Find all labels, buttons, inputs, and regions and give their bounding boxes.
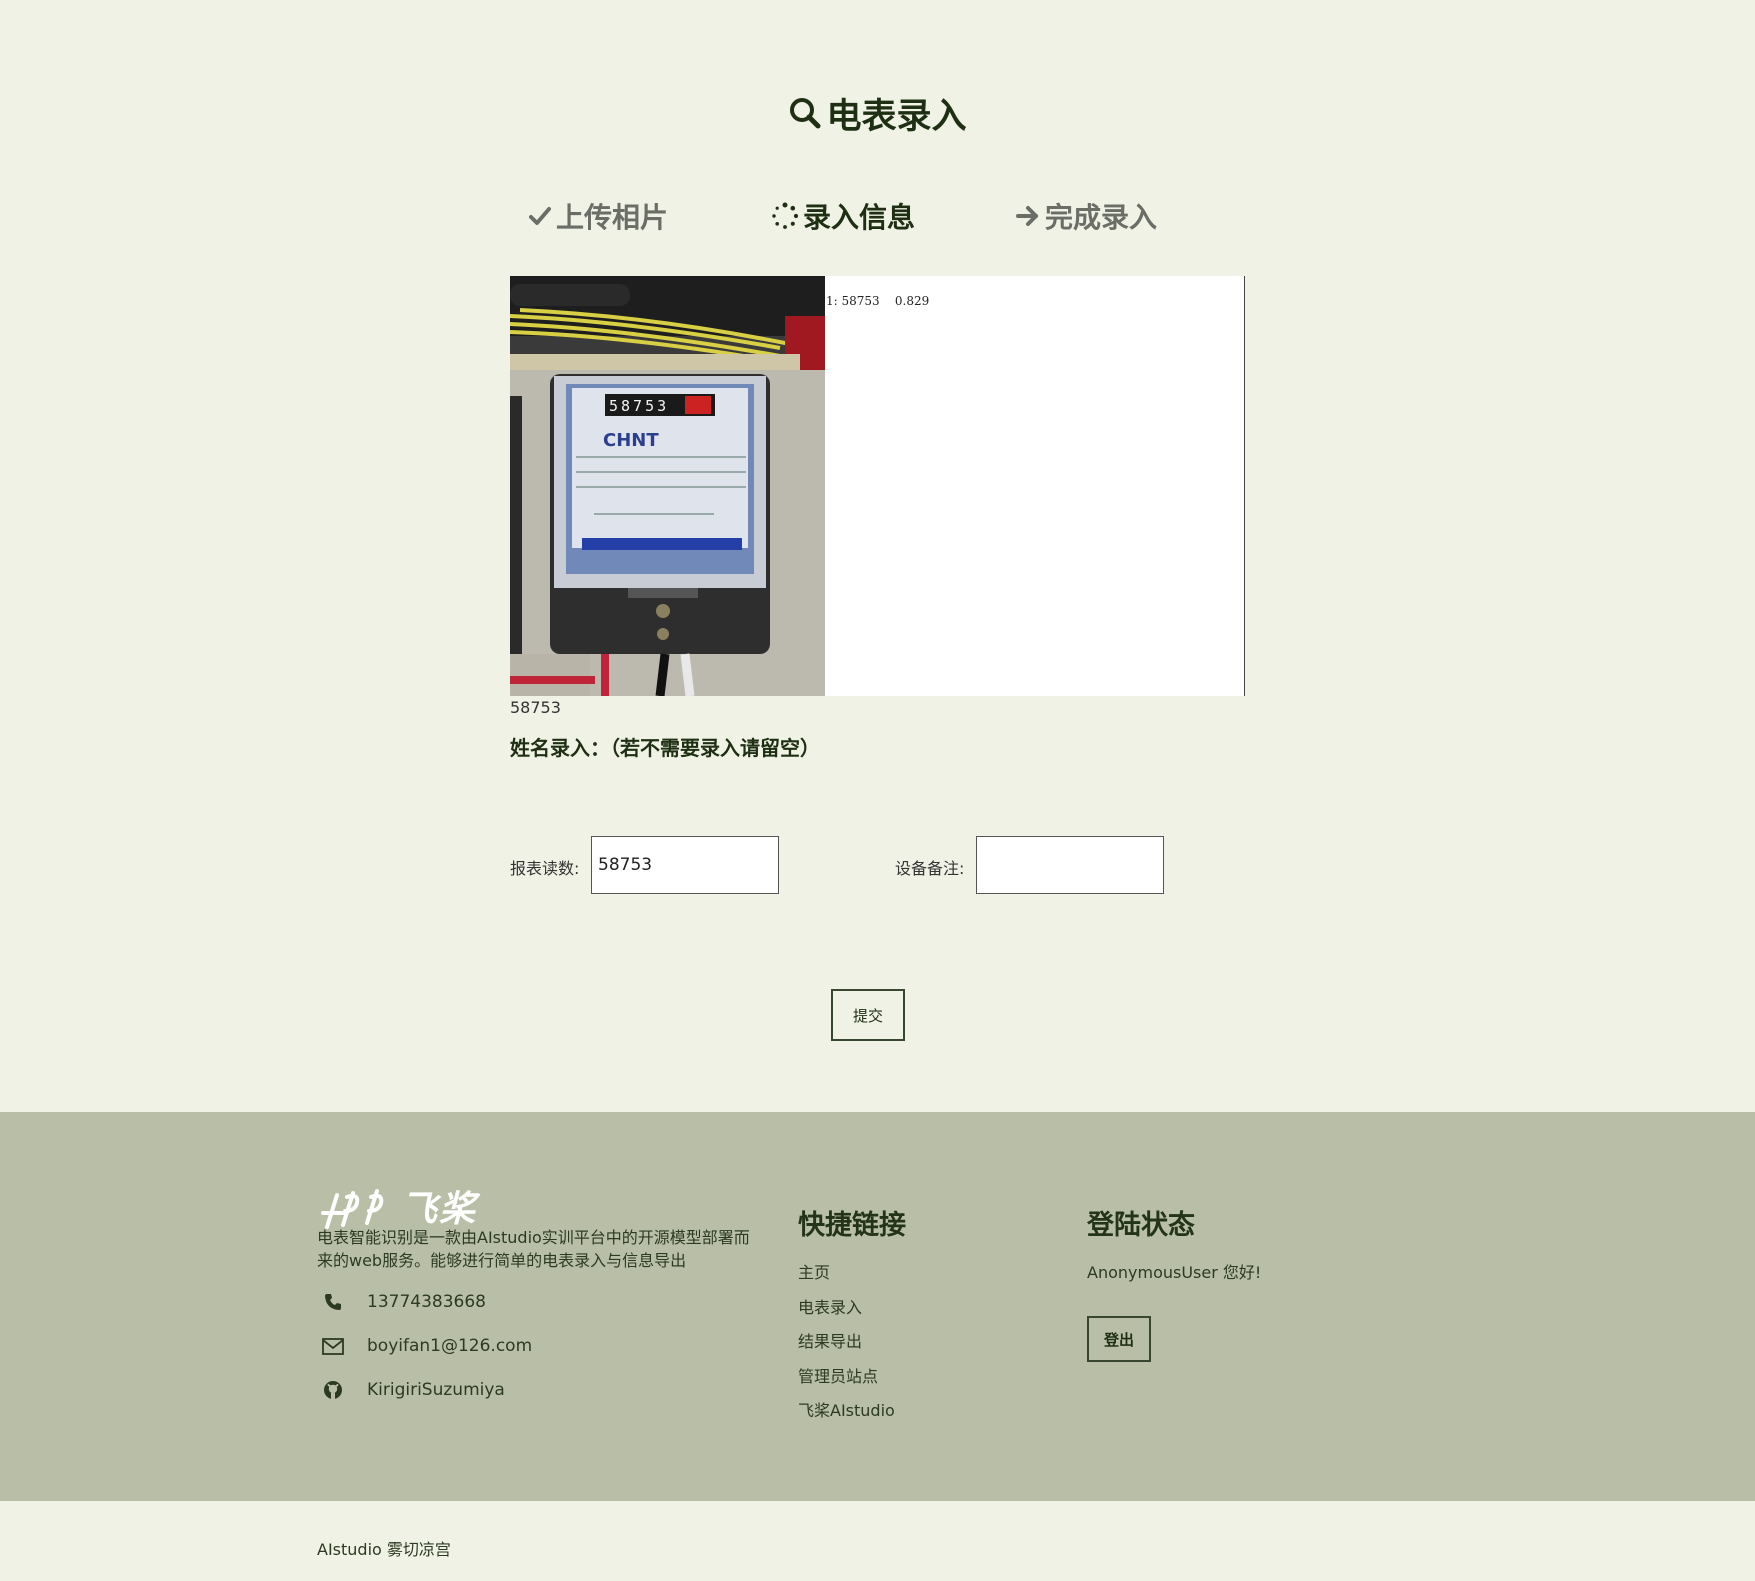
step-upload-photo: 上传相片 [528,194,668,238]
meter-display-digits: 58753 [609,397,669,415]
spinner-icon [772,202,799,229]
ocr-result-line: 1: 58753 0.829 [826,294,930,308]
arrow-right-icon [1016,206,1038,226]
page-title: 电表录入 [0,88,1755,138]
check-icon [529,207,551,225]
quick-links-title: 快捷链接 [798,1210,906,1241]
paddle-logo-mark [321,1189,384,1229]
paddle-logo: 飞桨 [317,1180,477,1232]
github-icon [324,1381,342,1399]
contact-github: KirigiriSuzumiya [321,1380,505,1400]
link-admin-site[interactable]: 管理员站点 [798,1363,878,1387]
contact-email: boyifan1@126.com [321,1336,532,1356]
recognized-reading: 58753 [510,698,561,717]
contact-phone: 13774383668 [321,1292,486,1312]
page-title-text: 电表录入 [826,96,967,137]
note-input[interactable] [976,836,1164,894]
link-aistudio[interactable]: 飞桨AIstudio [798,1397,895,1421]
email-link[interactable]: boyifan1@126.com [367,1336,532,1356]
step-label: 上传相片 [556,201,669,234]
login-status-text: AnonymousUser 您好! [1087,1263,1262,1282]
login-status-title: 登陆状态 [1087,1210,1195,1241]
name-entry-label: 姓名录入：（若不需要录入请留空） [510,736,820,760]
search-icon [790,98,821,129]
step-label: 完成录入 [1045,201,1158,234]
step-complete: 完成录入 [1015,194,1157,238]
link-home[interactable]: 主页 [798,1259,830,1283]
github-link[interactable]: KirigiriSuzumiya [367,1380,505,1400]
paddle-logo-text: 飞桨 [401,1189,478,1230]
footer-description: 电表智能识别是一款由AIstudio实训平台中的开源模型部署而来的web服务。能… [317,1228,750,1270]
copyright: AIstudio 雾切凉宫 [317,1540,451,1559]
meter-photo: 58753 CHNT [510,276,825,696]
phone-number: 13774383668 [367,1292,486,1312]
phone-icon [325,1294,341,1310]
link-meter-entry[interactable]: 电表录入 [798,1294,862,1318]
footer-bottom-bar [0,1501,1755,1581]
logout-button[interactable]: 登出 [1087,1316,1151,1362]
reading-input[interactable] [591,836,779,894]
mail-icon [322,1337,344,1355]
footer [0,1112,1755,1501]
submit-button[interactable]: 提交 [831,989,905,1041]
reading-label: 报表读数: [510,859,580,878]
link-export-results[interactable]: 结果导出 [798,1328,862,1352]
step-label: 录入信息 [803,201,916,234]
note-label: 设备备注: [895,859,965,878]
step-enter-info: 录入信息 [771,194,915,238]
svg-text:CHNT: CHNT [603,430,659,451]
